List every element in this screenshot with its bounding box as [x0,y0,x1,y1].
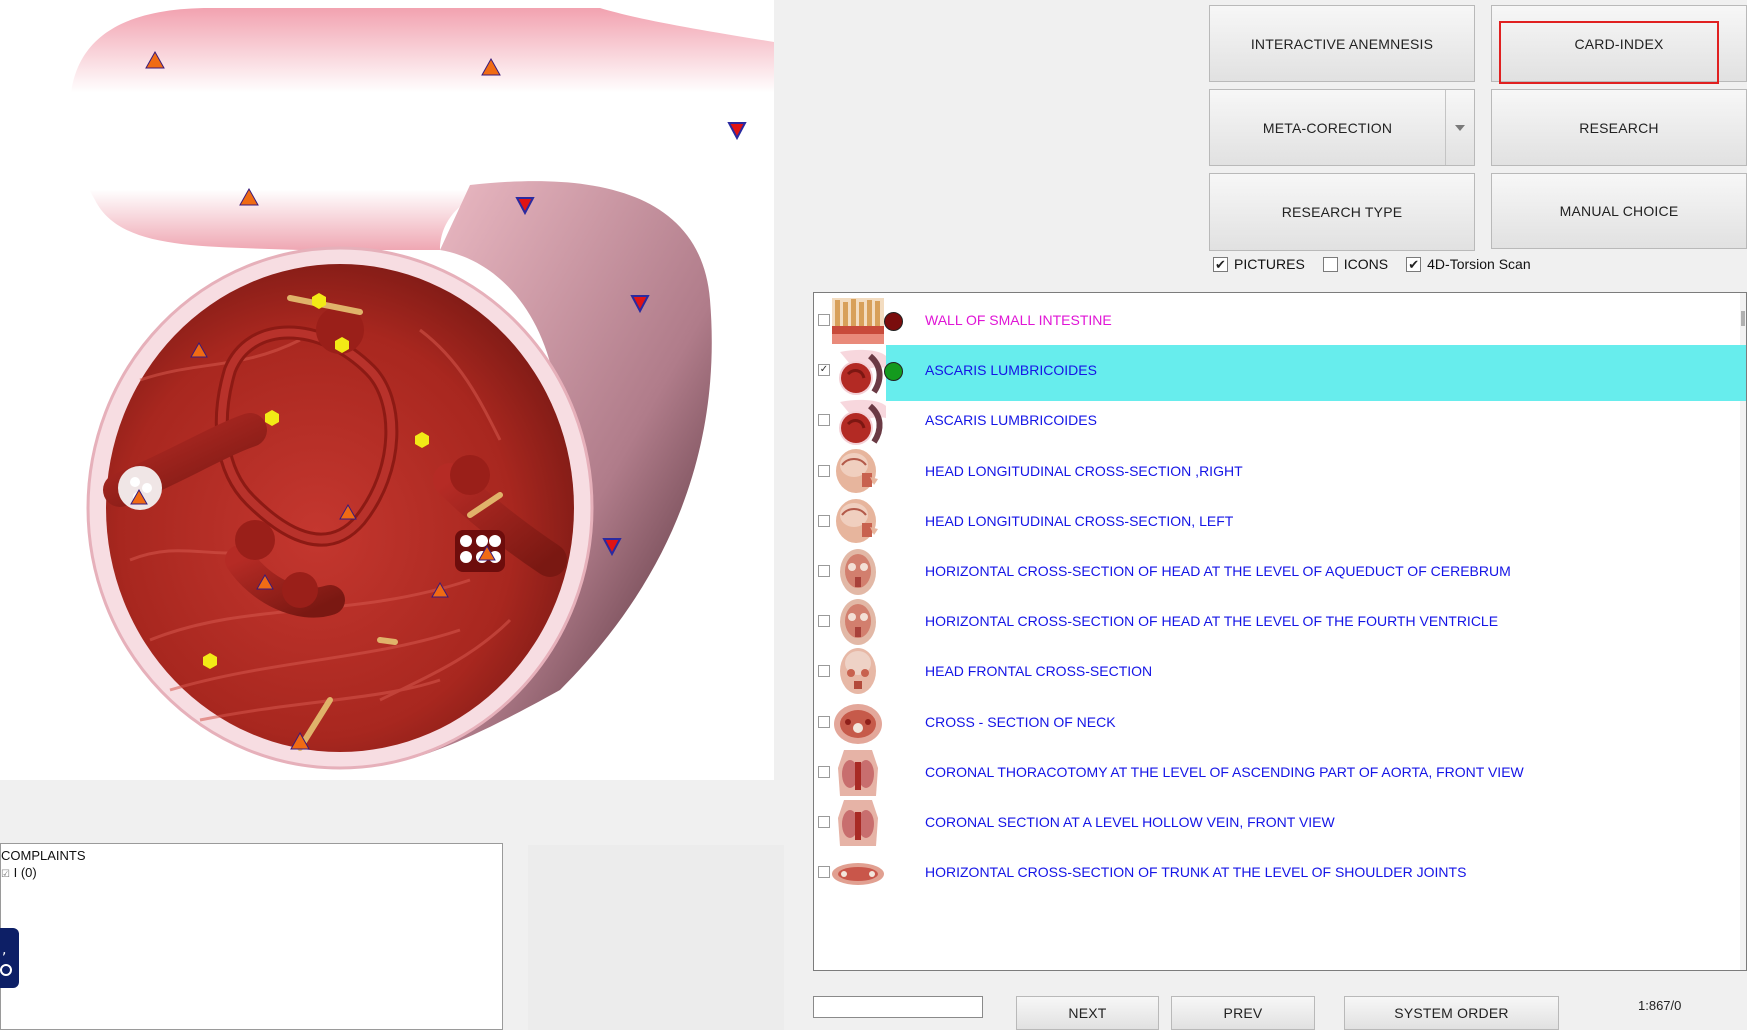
row-checkbox[interactable] [818,665,830,678]
interactive-anemnesis-label: INTERACTIVE ANEMNESIS [1250,35,1434,52]
interactive-anemnesis-button[interactable]: INTERACTIVE ANEMNESIS [1209,5,1475,82]
icons-option[interactable]: ICONS [1322,256,1389,272]
complaints-item-label: I (0) [13,865,37,880]
svg-text:,: , [2,942,6,958]
row-checkbox[interactable] [818,314,830,326]
list-item-label: HORIZONTAL CROSS-SECTION OF HEAD AT THE … [925,563,1511,579]
system-order-label: SYSTEM ORDER [1394,1005,1509,1021]
research-type-label: RESEARCH TYPE [1281,204,1403,220]
complaints-panel: COMPLAINTS ☑ I (0) [0,843,503,1030]
system-order-button[interactable]: SYSTEM ORDER [1344,996,1559,1030]
list-item-label: CROSS - SECTION OF NECK [925,713,1116,730]
pictures-label: PICTURES [1234,256,1305,272]
manual-choice-label: MANUAL CHOICE [1559,203,1679,219]
ascaris-intestine-render [70,8,774,770]
list-item[interactable]: WALL OF SMALL INTESTINE [814,293,1746,349]
next-label: NEXT [1068,1005,1107,1021]
research-label: RESEARCH [1579,119,1659,136]
card-index-list[interactable]: WALL OF SMALL INTESTINE ✓ ASCARIS LUMBRICO… [813,292,1747,971]
list-item-label: HORIZONTAL CROSS-SECTION OF HEAD AT THE … [925,613,1499,630]
list-item-label: ASCARIS LUMBRICOIDES [925,362,1097,379]
search-input[interactable] [813,996,983,1018]
research-button[interactable]: RESEARCH [1491,89,1747,166]
row-thumbnail [830,748,886,798]
empty-side-panel [528,845,784,1030]
card-index-button[interactable]: CARD-INDEX [1491,5,1747,82]
chevron-down-icon [1455,124,1465,131]
row-thumbnail [830,597,886,647]
list-item[interactable]: CORONAL THORACOTOMY AT THE LEVEL OF ASCE… [814,745,1746,801]
meta-corection-dropdown[interactable] [1445,90,1474,165]
meta-corection-label: META-CORECTION [1262,119,1393,136]
list-item-label: HEAD FRONTAL CROSS-SECTION [925,663,1153,680]
torsion-option[interactable]: ✔ 4D-Torsion Scan [1406,256,1531,272]
row-thumbnail [830,848,886,898]
list-item[interactable]: HEAD LONGITUDINAL CROSS-SECTION ,RIGHT [814,444,1746,500]
anatomy-viewer[interactable] [0,0,774,780]
row-checkbox[interactable] [818,816,830,828]
row-checkbox[interactable] [818,866,830,879]
row-thumbnail [830,346,886,396]
list-item-label: CORONAL THORACOTOMY AT THE LEVEL OF ASCE… [925,763,1524,780]
pictures-option[interactable]: ✔ PICTURES [1213,256,1305,272]
row-checkbox[interactable] [818,715,830,728]
check-icon: ☑ [1,869,10,880]
list-item[interactable]: CORONAL SECTION AT A LEVEL HOLLOW VEIN, … [814,795,1746,851]
list-item[interactable]: HORIZONTAL CROSS-SECTION OF TRUNK AT THE… [814,845,1746,901]
list-item-label: CORONAL SECTION AT A LEVEL HOLLOW VEIN, … [925,814,1335,830]
list-item[interactable]: HEAD FRONTAL CROSS-SECTION [814,644,1746,700]
research-type-button[interactable]: RESEARCH TYPE [1209,173,1475,251]
list-item[interactable]: ✓ ASCARIS LUMBRICOIDES [814,343,1746,402]
list-item-label: ASCARIS LUMBRICOIDES [925,412,1097,429]
row-thumbnail [830,698,886,748]
icons-label: ICONS [1343,256,1389,272]
gear-icon: , [0,942,12,976]
list-item-label: HORIZONTAL CROSS-SECTION OF TRUNK AT THE… [925,864,1467,881]
row-thumbnail [830,296,886,346]
next-button[interactable]: NEXT [1016,996,1159,1030]
row-checkbox[interactable] [818,615,830,628]
list-item[interactable]: ASCARIS LUMBRICOIDES [814,393,1746,449]
list-item[interactable]: HEAD LONGITUDINAL CROSS-SECTION, LEFT [814,494,1746,550]
card-index-label: CARD-INDEX [1574,35,1664,52]
meta-corection-button[interactable]: META-CORECTION [1209,89,1475,166]
prev-button[interactable]: PREV [1171,996,1315,1030]
list-item[interactable]: HORIZONTAL CROSS-SECTION OF HEAD AT THE … [814,594,1746,650]
complaints-item[interactable]: ☑ I (0) [1,865,37,880]
row-thumbnail [830,497,886,547]
pictures-checkbox[interactable]: ✔ [1213,256,1228,272]
row-checkbox[interactable] [818,414,830,427]
list-item[interactable]: CROSS - SECTION OF NECK [814,695,1746,751]
view-options: ✔ PICTURES ICONS ✔ 4D-Torsion Scan [1213,252,1549,276]
row-thumbnail [830,647,886,697]
row-checkbox[interactable] [818,565,830,577]
torsion-label: 4D-Torsion Scan [1427,256,1531,272]
row-checkbox[interactable] [818,514,830,527]
record-counter: 1:867/0 [1638,998,1682,1013]
row-thumbnail [830,798,886,848]
row-checkbox[interactable] [818,464,830,477]
list-item-label: HEAD LONGITUDINAL CROSS-SECTION ,RIGHT [925,462,1243,479]
icons-checkbox[interactable] [1322,256,1338,272]
complaints-title: COMPLAINTS [1,848,86,863]
gear-widget[interactable]: , [0,928,19,988]
list-item-label: HEAD LONGITUDINAL CROSS-SECTION, LEFT [925,512,1234,529]
list-item-label: WALL OF SMALL INTESTINE [925,312,1112,328]
row-thumbnail [830,447,886,497]
manual-choice-button[interactable]: MANUAL CHOICE [1491,173,1747,249]
row-checkbox[interactable]: ✓ [818,364,830,377]
list-item[interactable]: HORIZONTAL CROSS-SECTION OF HEAD AT THE … [814,544,1746,600]
row-checkbox[interactable] [818,765,830,778]
torsion-checkbox[interactable]: ✔ [1406,256,1422,272]
prev-label: PREV [1223,1005,1263,1021]
row-thumbnail [830,396,886,446]
status-dot-icon [884,312,903,331]
row-thumbnail [830,547,886,597]
